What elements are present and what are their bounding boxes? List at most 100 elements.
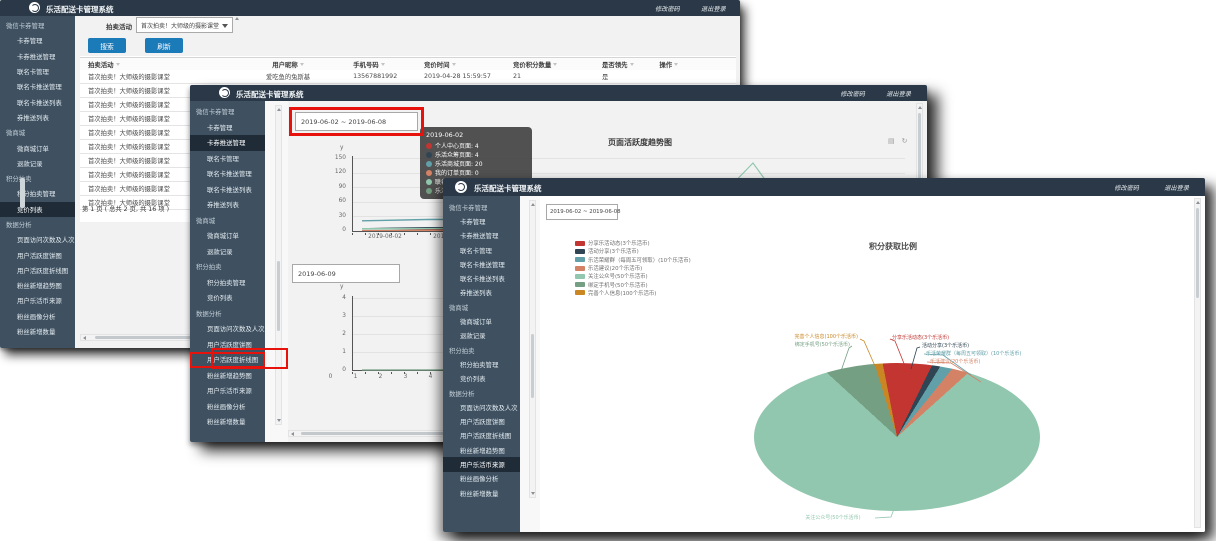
sidebar-item[interactable]: 积分拍卖管理 <box>190 275 265 291</box>
sidebar-item[interactable]: 微商城订单 <box>0 140 75 155</box>
sidebar-item[interactable]: 积分拍卖 <box>190 259 265 275</box>
window-coin-source-pie: 乐活配送卡管理系统 修改密码 退出登录 微信卡券管理卡券管理卡券推送管理联名卡管… <box>443 178 1205 532</box>
sidebar-item[interactable]: 粉丝新增数量 <box>0 324 75 339</box>
scroll-up-icon[interactable] <box>277 108 281 111</box>
annotation-red-box-menu <box>211 348 288 369</box>
data-view-icon[interactable]: ▤ <box>888 137 895 145</box>
sidebar-item[interactable]: 微商城 <box>190 213 265 229</box>
tooltip-series-row: 个人中心页面: 4 <box>426 141 526 150</box>
sidebar-menu: 微信卡券管理卡券管理卡券推送管理联名卡管理联名卡推送管理联名卡推送列表券推送列表… <box>0 16 75 348</box>
sidebar-item[interactable]: 联名卡推送管理 <box>0 79 75 94</box>
sidebar-item[interactable]: 用户乐活币来源 <box>190 383 265 399</box>
table-header-cell[interactable]: 用户昵称 <box>223 60 353 69</box>
content-scrollbar[interactable] <box>1194 198 1201 528</box>
sidebar-item[interactable]: 用户活跃度饼图 <box>0 247 75 262</box>
change-password-link[interactable]: 修改密码 <box>655 4 680 13</box>
table-header-cell[interactable]: 拍卖活动 <box>80 60 223 69</box>
sidebar-item[interactable]: 券推送列表 <box>0 110 75 125</box>
sidebar-item[interactable]: 卡券推送管理 <box>190 135 265 151</box>
sidebar-item[interactable]: 竞价列表 <box>0 202 75 217</box>
sidebar-item[interactable]: 竞价列表 <box>190 290 265 306</box>
sidebar-item[interactable]: 粉丝新增趋势图 <box>0 278 75 293</box>
sidebar-item[interactable]: 微信卡券管理 <box>0 18 75 33</box>
restore-icon[interactable]: ↻ <box>902 137 908 145</box>
filter-label: 拍卖活动 <box>106 21 132 31</box>
titlebar: 乐活配送卡管理系统 修改密码 退出登录 <box>0 0 740 16</box>
pie-label-connectors <box>443 178 1205 532</box>
sidebar-item[interactable]: 数据分析 <box>190 306 265 322</box>
logout-link[interactable]: 退出登录 <box>701 4 726 13</box>
sidebar-item[interactable]: 微商城订单 <box>190 228 265 244</box>
pie-label-orange: 完善个人信息(100个乐活币) <box>743 333 858 340</box>
scroll-up-icon[interactable] <box>918 106 922 109</box>
table-header-cell[interactable]: 竞价时间 <box>424 60 513 69</box>
sort-icon <box>553 63 557 66</box>
scroll-left-icon[interactable] <box>83 336 86 340</box>
sidebar-item[interactable]: 页面访问次数及人次 <box>0 232 75 247</box>
x-tick-label: 2019-06-02 <box>357 234 413 240</box>
y-axis-name: y <box>340 145 343 151</box>
sidebar-item[interactable]: 退款记录 <box>0 156 75 171</box>
date-input-second[interactable]: 2019-06-09 <box>292 264 400 283</box>
sort-icon <box>674 63 678 66</box>
y-axis-ticks: 1501209060300 <box>308 155 346 235</box>
sidebar-item[interactable]: 联名卡管理 <box>0 64 75 79</box>
sidebar-item[interactable]: 粉丝画像分析 <box>0 309 75 324</box>
scroll-up-icon[interactable] <box>1196 201 1200 204</box>
sidebar-item[interactable]: 联名卡推送列表 <box>190 182 265 198</box>
app-title: 乐活配送卡管理系统 <box>46 4 114 15</box>
series-color-dot <box>426 188 432 194</box>
series-color-dot <box>426 170 432 176</box>
sidebar-item[interactable]: 积分拍卖 <box>0 171 75 186</box>
table-header-cell[interactable]: 竞价积分数量 <box>513 60 602 69</box>
logout-link[interactable]: 退出登录 <box>886 89 911 98</box>
pagination-status: 第 1 页 ( 总共 2 页, 共 16 项 ) <box>82 204 169 213</box>
refresh-button[interactable]: 刷新 <box>145 38 183 53</box>
content-scrollbar-thumb[interactable] <box>1196 208 1199 298</box>
sidebar-item[interactable]: 退款记录 <box>190 244 265 260</box>
table-header-cell[interactable]: 操作 <box>659 60 736 69</box>
sidebar-item[interactable]: 用户活跃度折线图 <box>0 263 75 278</box>
sidebar-scrollbar[interactable] <box>275 105 282 425</box>
sidebar-item[interactable]: 数据分析 <box>0 217 75 232</box>
scroll-down-icon[interactable] <box>277 419 281 422</box>
sort-icon <box>452 63 456 66</box>
app-title: 乐活配送卡管理系统 <box>236 89 304 100</box>
titlebar: 乐活配送卡管理系统 修改密码 退出登录 <box>190 85 927 101</box>
scroll-up-icon[interactable] <box>235 17 239 20</box>
sidebar-item[interactable]: 卡券推送管理 <box>0 49 75 64</box>
sidebar-item[interactable]: 用户乐活币来源 <box>0 293 75 308</box>
scroll-left-icon[interactable] <box>291 432 294 436</box>
y-axis-ticks: 43210 <box>308 295 346 374</box>
tooltip-series-row: 乐活众筹页面: 4 <box>426 150 526 159</box>
pie-label-navy: 活动分享(3个乐活币) <box>922 342 969 349</box>
series-color-dot <box>426 143 432 149</box>
sidebar-scrollbar-thumb[interactable] <box>20 178 25 208</box>
sidebar-item[interactable]: 页面访问次数及人次 <box>190 321 265 337</box>
sidebar-item[interactable]: 粉丝画像分析 <box>190 399 265 415</box>
annotation-red-box-date <box>289 107 424 136</box>
sidebar-item[interactable]: 微商城 <box>0 125 75 140</box>
table-header-cell[interactable]: 手机号码 <box>353 60 424 69</box>
sidebar-item[interactable]: 卡券管理 <box>0 33 75 48</box>
sidebar-item[interactable]: 微信卡券管理 <box>190 104 265 120</box>
sidebar-scrollbar-thumb[interactable] <box>277 261 280 331</box>
sidebar-item[interactable]: 粉丝新增趋势图 <box>190 368 265 384</box>
sort-icon <box>116 63 120 66</box>
sidebar-item[interactable]: 联名卡管理 <box>190 151 265 167</box>
search-button[interactable]: 搜索 <box>88 38 126 53</box>
sidebar-item[interactable]: 券推送列表 <box>190 197 265 213</box>
pie-label-red: 分享乐活动态(3个乐活币) <box>892 334 949 341</box>
sidebar-item[interactable]: 联名卡推送管理 <box>190 166 265 182</box>
sidebar-item[interactable]: 联名卡推送列表 <box>0 94 75 109</box>
sidebar-item[interactable]: 卡券管理 <box>190 120 265 136</box>
sidebar-item[interactable]: 粉丝新增数量 <box>190 414 265 430</box>
series-color-dot <box>426 179 432 185</box>
table-row[interactable]: 首次拍卖！大师级的摄影课堂爱吃鱼的兔斯基135678819922019-04-2… <box>80 70 736 84</box>
change-password-link[interactable]: 修改密码 <box>840 89 865 98</box>
series-color-dot <box>426 161 432 167</box>
sidebar-item[interactable]: 积分拍卖管理 <box>0 186 75 201</box>
tooltip-date: 2019-06-02 <box>426 131 526 139</box>
auction-activity-select[interactable]: 首次拍卖！大师级的摄影课堂 <box>136 17 233 33</box>
table-header-cell[interactable]: 是否领先 <box>602 60 659 69</box>
